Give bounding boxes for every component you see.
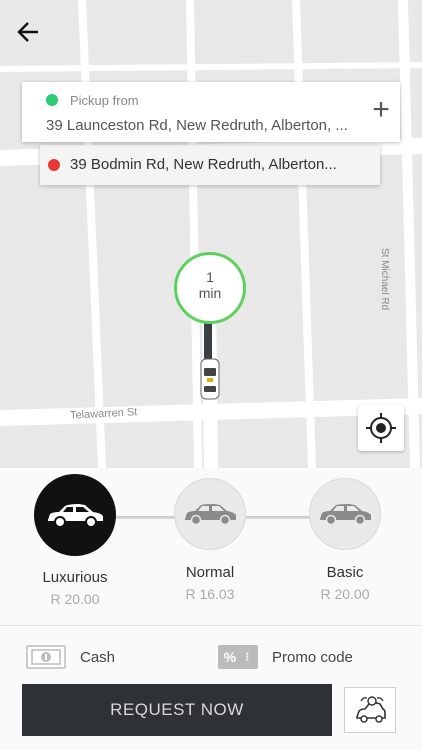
luxurious-car-icon — [34, 474, 116, 556]
promo-label: Promo code — [272, 648, 353, 666]
pickup-address: 39 Launceston Rd, New Redruth, Alberton,… — [46, 117, 348, 134]
request-now-button[interactable]: REQUEST NOW — [22, 684, 332, 736]
class-name: Normal — [185, 564, 235, 581]
promo-code-option[interactable]: % ⋮ Promo code — [218, 640, 353, 674]
street-label-st-michael: St Michael Rd — [379, 248, 390, 311]
ride-share-button[interactable] — [344, 687, 396, 733]
payment-row: Cash % ⋮ Promo code — [0, 640, 422, 674]
back-button[interactable] — [12, 16, 44, 48]
class-option-basic[interactable]: Basic R 20.00 — [290, 468, 400, 602]
pickup-label: Pickup from — [70, 93, 139, 108]
class-option-normal[interactable]: Normal R 16.03 — [155, 468, 265, 602]
class-price: R 20.00 — [50, 591, 100, 607]
add-stop-button[interactable]: + — [368, 95, 394, 126]
eta-value: 1 — [206, 269, 214, 285]
locate-me-button[interactable] — [358, 405, 404, 451]
pickup-field[interactable]: Pickup from 39 Launceston Rd, New Redrut… — [22, 82, 400, 142]
eta-marker: 1 min — [174, 252, 246, 324]
promo-icon-text: % — [223, 649, 237, 665]
cash-option[interactable]: Cash — [26, 640, 115, 674]
map-view[interactable]: Telawarren St St Michael Rd 1 min — [0, 0, 422, 468]
ride-share-icon — [356, 696, 386, 723]
class-name: Basic — [326, 564, 364, 581]
taxi-car-icon — [200, 358, 220, 400]
eta-unit: min — [198, 285, 222, 301]
arrow-left-icon — [17, 22, 38, 42]
cash-icon — [26, 645, 66, 669]
pickup-dot-icon — [46, 94, 58, 106]
dropoff-address: 39 Bodmin Rd, New Redruth, Alberton... — [70, 156, 337, 173]
cash-label: Cash — [80, 648, 116, 666]
dropoff-dot-icon — [48, 159, 60, 171]
crosshair-icon — [366, 413, 396, 443]
normal-car-icon — [174, 478, 246, 550]
promo-percent-icon: % ⋮ — [218, 645, 258, 669]
basic-car-icon — [309, 478, 381, 550]
class-price: R 20.00 — [320, 586, 370, 602]
class-option-luxurious[interactable]: Luxurious R 20.00 — [20, 468, 130, 607]
dropoff-field[interactable]: 39 Bodmin Rd, New Redruth, Alberton... — [40, 145, 380, 185]
class-price: R 16.03 — [185, 586, 235, 602]
class-name: Luxurious — [42, 569, 108, 586]
